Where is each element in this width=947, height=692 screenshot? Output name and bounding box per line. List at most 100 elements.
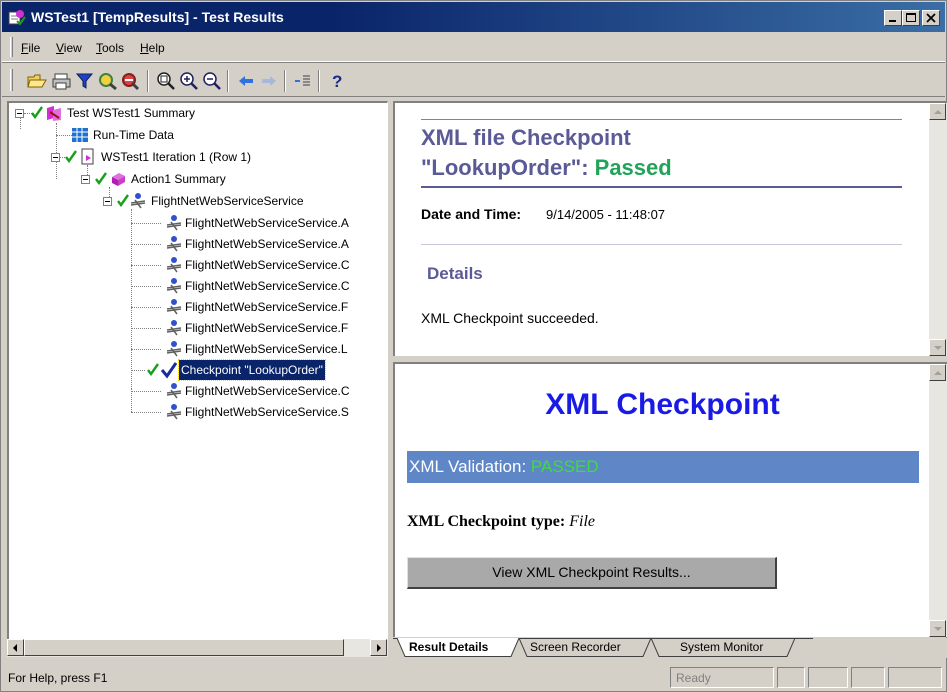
- view-xml-checkpoint-results-button[interactable]: View XML Checkpoint Results...: [407, 557, 777, 589]
- web-service-icon: [166, 404, 182, 420]
- menu-help[interactable]: Help: [140, 41, 165, 55]
- scroll-thumb[interactable]: [24, 639, 344, 656]
- menu-tools[interactable]: Tools: [96, 41, 124, 55]
- menu-grip: [10, 37, 13, 57]
- status-bar: For Help, press F1 Ready: [2, 663, 945, 691]
- tree-connector: [131, 389, 132, 412]
- open-button[interactable]: [26, 71, 48, 91]
- tree-connector: [131, 307, 161, 308]
- checkpoint-type-label: XML Checkpoint type:: [407, 513, 566, 530]
- divider: [421, 186, 902, 188]
- tree-connector: [131, 391, 161, 392]
- tree-connector: [131, 412, 161, 413]
- checkpoint-type-value: File: [569, 513, 595, 530]
- tab-system-monitor[interactable]: System Monitor: [680, 638, 763, 657]
- tree-connector: [131, 286, 161, 287]
- tree-connector: [131, 265, 161, 266]
- find-next-button[interactable]: [120, 71, 142, 91]
- tree-horizontal-scrollbar[interactable]: [7, 639, 388, 657]
- tree-connector: [131, 209, 132, 389]
- back-button[interactable]: [235, 71, 257, 91]
- help-button[interactable]: ?: [326, 71, 348, 91]
- test-tree[interactable]: Test WSTest1 Summary Run-Time Data WSTes…: [7, 101, 388, 657]
- forward-button[interactable]: [258, 71, 280, 91]
- arrow-right-icon: [377, 644, 381, 652]
- print-button[interactable]: [51, 71, 73, 91]
- scroll-up-button[interactable]: [929, 103, 946, 120]
- divider: [421, 244, 902, 245]
- status-panel: [808, 667, 848, 688]
- passed-check-icon: [95, 172, 107, 185]
- tab-screen-recorder[interactable]: Screen Recorder: [530, 638, 621, 657]
- expand-all-button[interactable]: [292, 71, 314, 91]
- arrow-up-icon: [934, 371, 942, 375]
- arrow-left-icon: [13, 644, 17, 652]
- toolbar-separator: [147, 70, 149, 92]
- tree-connector: [131, 370, 145, 371]
- zoom-out-button[interactable]: [201, 71, 223, 91]
- web-service-icon: [166, 320, 182, 336]
- open-icon: [27, 74, 47, 88]
- xml-vertical-scrollbar[interactable]: [929, 364, 947, 637]
- status-panel: [851, 667, 885, 688]
- web-service-icon: [166, 215, 182, 231]
- scroll-left-button[interactable]: [7, 639, 24, 656]
- toolbar-separator: [284, 70, 286, 92]
- status-help-text: For Help, press F1: [8, 671, 108, 685]
- passed-check-icon: [31, 106, 43, 119]
- tab-result-details[interactable]: Result Details: [409, 638, 488, 657]
- tree-connector: [56, 123, 57, 179]
- tree-collapse-toggle[interactable]: [15, 109, 24, 118]
- web-service-icon: [166, 341, 182, 357]
- tree-collapse-toggle[interactable]: [51, 153, 60, 162]
- svg-text:?: ?: [332, 72, 342, 91]
- summary-vertical-scrollbar[interactable]: [929, 103, 947, 356]
- print-icon: [52, 73, 71, 90]
- web-service-icon: [166, 257, 182, 273]
- status-panel: [888, 667, 942, 688]
- close-button[interactable]: [922, 10, 940, 26]
- passed-check-icon: [117, 194, 129, 207]
- date-time-label: Date and Time:: [421, 206, 522, 222]
- scroll-down-button[interactable]: [929, 620, 946, 637]
- date-time-value: 9/14/2005 - 11:48:07: [546, 207, 666, 222]
- validation-label: XML Validation:: [409, 457, 531, 476]
- tree-connector: [131, 223, 161, 224]
- title-bar[interactable]: WSTest1 [TempResults] - Test Results: [2, 2, 945, 32]
- scroll-right-button[interactable]: [370, 639, 387, 656]
- tree-collapse-toggle[interactable]: [103, 197, 112, 206]
- scroll-down-button[interactable]: [929, 339, 946, 356]
- validation-status: PASSED: [530, 457, 599, 476]
- passed-check-icon: [147, 363, 159, 376]
- maximize-button[interactable]: [902, 10, 920, 26]
- xml-validation-bar: XML Validation: PASSED: [407, 451, 919, 483]
- window-title: WSTest1 [TempResults] - Test Results: [31, 9, 284, 25]
- filter-button[interactable]: [74, 71, 96, 91]
- find-button[interactable]: [97, 71, 119, 91]
- web-service-icon: [166, 299, 182, 315]
- zoom-in-button[interactable]: [178, 71, 200, 91]
- menu-bar: File View Tools Help: [2, 32, 945, 62]
- checkpoint-heading: XML file Checkpoint "LookupOrder": Passe…: [421, 125, 672, 180]
- menu-file[interactable]: File: [21, 41, 40, 55]
- application-window: WSTest1 [TempResults] - Test Results Fil…: [0, 0, 947, 692]
- web-service-icon: [130, 193, 146, 209]
- tree-collapse-toggle[interactable]: [81, 175, 90, 184]
- test-results-app-icon: [8, 10, 26, 26]
- result-tabs: Result Details Screen Recorder System Mo…: [393, 638, 947, 658]
- zoom-fit-button[interactable]: [155, 71, 177, 91]
- scroll-up-button[interactable]: [929, 364, 946, 381]
- arrow-up-icon: [934, 110, 942, 114]
- toolbar-grip: [10, 69, 13, 91]
- status-panel-ready: Ready: [670, 667, 774, 688]
- checkpoint-type: XML Checkpoint type: File: [407, 513, 595, 531]
- menu-view[interactable]: View: [56, 41, 82, 55]
- arrow-down-icon: [934, 346, 942, 350]
- web-service-icon: [166, 236, 182, 252]
- xml-checkpoint-pane: XML Checkpoint XML Validation: PASSED XM…: [393, 362, 947, 637]
- status-panel: [777, 667, 805, 688]
- minimize-button[interactable]: [884, 10, 902, 26]
- find-next-icon: [122, 73, 140, 91]
- find-icon: [99, 73, 117, 91]
- xml-checkpoint-title: XML Checkpoint: [545, 388, 780, 421]
